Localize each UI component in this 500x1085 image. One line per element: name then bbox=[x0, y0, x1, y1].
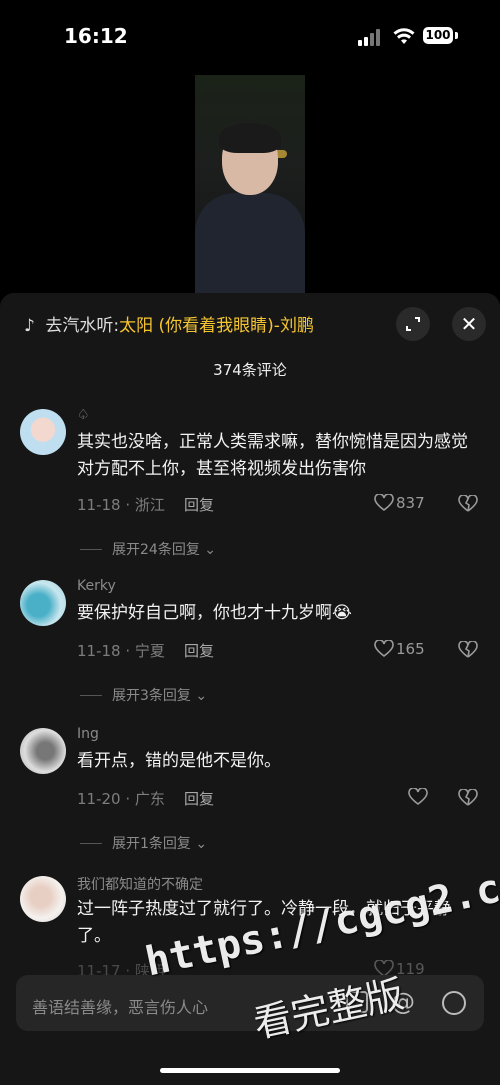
music-song-title: 太阳 (你看着我眼睛)-刘鹏 bbox=[119, 316, 314, 336]
expand-replies-label: 展开24条回复 bbox=[112, 542, 200, 558]
expand-replies-label: 展开3条回复 bbox=[112, 688, 191, 704]
broken-heart-icon bbox=[458, 788, 478, 806]
battery-tip bbox=[455, 32, 458, 39]
chevron-down-icon: ⌄ bbox=[204, 542, 217, 558]
video-preview[interactable] bbox=[195, 75, 305, 295]
heart-icon bbox=[374, 493, 394, 512]
home-indicator[interactable] bbox=[160, 1068, 340, 1073]
status-time: 16:12 bbox=[64, 24, 128, 48]
comment-text: 要保护好自己啊，你也才十九岁啊😭 bbox=[77, 603, 352, 623]
comment-meta: 11-20 · 广东 bbox=[77, 790, 165, 808]
cellular-signal-icon bbox=[358, 28, 384, 46]
battery-icon: 100 bbox=[423, 27, 453, 44]
expand-icon bbox=[406, 317, 420, 331]
heart-icon bbox=[374, 639, 394, 658]
comment-meta: 11-18 · 浙江 bbox=[77, 496, 165, 514]
comment-meta: 11-18 · 宁夏 bbox=[77, 642, 165, 660]
like-count: 165 bbox=[396, 640, 425, 658]
dislike-button[interactable] bbox=[458, 788, 478, 811]
comments-sheet: ♪ 去汽水听:太阳 (你看着我眼睛)-刘鹏 ✕ 374条评论 bbox=[0, 293, 500, 1085]
music-prefix: 去汽水听: bbox=[45, 316, 120, 336]
reply-button[interactable]: 回复 bbox=[184, 494, 214, 515]
comment-author[interactable]: Ing bbox=[77, 726, 99, 742]
wifi-icon bbox=[393, 28, 415, 44]
like-count: 837 bbox=[396, 494, 425, 512]
avatar[interactable] bbox=[20, 409, 66, 455]
close-icon: ✕ bbox=[460, 312, 478, 336]
chevron-down-icon: ⌄ bbox=[195, 688, 208, 704]
avatar[interactable] bbox=[20, 728, 66, 774]
heart-icon bbox=[408, 787, 428, 806]
status-bar: 16:12 100 bbox=[0, 0, 500, 70]
expand-replies-button[interactable]: 展开3条回复 ⌄ bbox=[80, 685, 207, 705]
comment-author[interactable]: Kerky bbox=[77, 578, 116, 594]
expand-replies-label: 展开1条回复 bbox=[112, 836, 191, 852]
comment-author[interactable]: 我们都知道的不确定 bbox=[77, 874, 203, 894]
reply-button[interactable]: 回复 bbox=[184, 788, 214, 809]
broken-heart-icon bbox=[458, 494, 478, 512]
emoji-icon[interactable] bbox=[442, 991, 466, 1015]
reply-button[interactable]: 回复 bbox=[184, 640, 214, 661]
comment-text: 看开点，错的是他不是你。 bbox=[77, 751, 281, 771]
comment-author[interactable]: ♤ bbox=[77, 407, 90, 423]
comment-input[interactable]: 善语结善缘，恶言伤人心 bbox=[32, 994, 208, 1018]
expand-replies-button[interactable]: 展开24条回复 ⌄ bbox=[80, 539, 216, 559]
dislike-button[interactable] bbox=[458, 640, 478, 663]
broken-heart-icon bbox=[458, 640, 478, 658]
person-hair bbox=[219, 123, 281, 153]
expand-button[interactable] bbox=[396, 307, 430, 341]
divider-line bbox=[80, 695, 102, 696]
dislike-button[interactable] bbox=[458, 494, 478, 517]
like-button[interactable]: 837 bbox=[374, 493, 425, 512]
music-link[interactable]: ♪ 去汽水听:太阳 (你看着我眼睛)-刘鹏 bbox=[24, 311, 374, 339]
avatar[interactable] bbox=[20, 580, 66, 626]
like-button[interactable]: 165 bbox=[374, 639, 425, 658]
person-body bbox=[195, 193, 305, 295]
chevron-down-icon: ⌄ bbox=[195, 836, 208, 852]
like-button[interactable] bbox=[408, 787, 430, 806]
divider-line bbox=[80, 843, 102, 844]
music-note-icon: ♪ bbox=[24, 316, 35, 336]
comment-text: 其实也没啥，正常人类需求嘛，替你惋惜是因为感觉对方配不上你，甚至将视频发出伤害你 bbox=[77, 432, 468, 479]
close-button[interactable]: ✕ bbox=[452, 307, 486, 341]
expand-replies-button[interactable]: 展开1条回复 ⌄ bbox=[80, 833, 207, 853]
divider-line bbox=[80, 549, 102, 550]
comment-count: 374条评论 bbox=[213, 361, 287, 379]
avatar[interactable] bbox=[20, 876, 66, 922]
